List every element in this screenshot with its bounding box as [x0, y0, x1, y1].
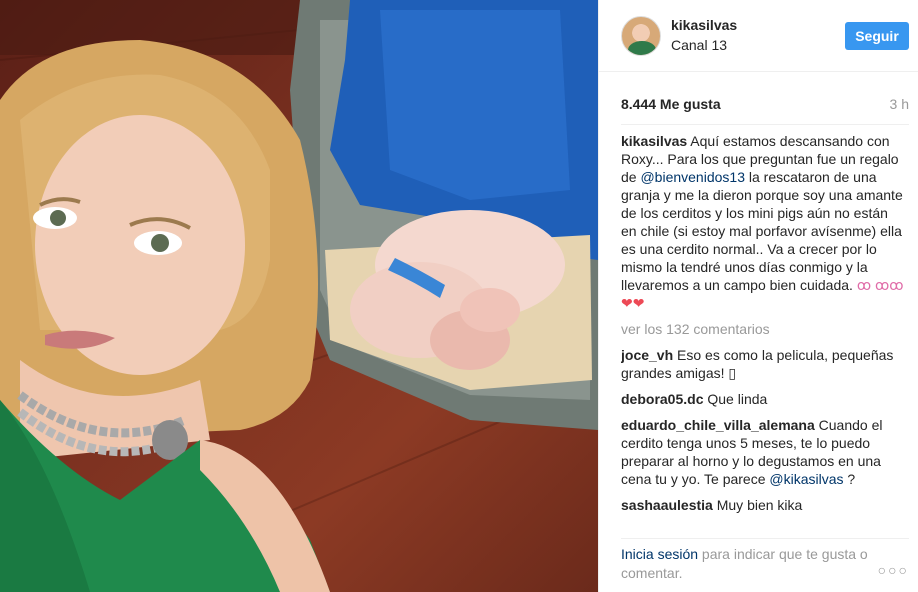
pig-emoji: ꝏ ꝏꝏ	[856, 277, 904, 293]
caption-mention[interactable]: @bienvenidos13	[640, 169, 745, 185]
caption-text-continued: la rescataron de una granja y me la dier…	[621, 169, 903, 293]
post-footer: Inicia sesión para indicar que te gusta …	[621, 538, 909, 586]
comment: sashaaulestia Muy bien kika	[621, 496, 905, 514]
comments-section: kikasilvas Aquí estamos descansando con …	[621, 132, 905, 532]
comment-username[interactable]: joce_vh	[621, 347, 673, 363]
likes-row: 8.444 Me gusta 3 h	[621, 96, 909, 116]
view-more-comments-link[interactable]: ver los 132 comentarios	[621, 320, 905, 338]
caption: kikasilvas Aquí estamos descansando con …	[621, 132, 905, 312]
avatar[interactable]	[621, 16, 661, 56]
author-username[interactable]: kikasilvas	[671, 17, 737, 33]
post-timestamp[interactable]: 3 h	[890, 96, 909, 112]
follow-button[interactable]: Seguir	[845, 22, 909, 50]
post-details-panel: kikasilvas Canal 13 Seguir 8.444 Me gust…	[598, 0, 918, 592]
heart-emoji: ❤❤	[621, 295, 645, 311]
comment-username[interactable]: eduardo_chile_villa_alemana	[621, 417, 815, 433]
comment-mention[interactable]: @kikasilvas	[769, 471, 843, 487]
comment: eduardo_chile_villa_alemana Cuando el ce…	[621, 416, 905, 488]
comment: debora05.dc Que linda	[621, 390, 905, 408]
comment-text: Que linda	[703, 391, 768, 407]
caption-username[interactable]: kikasilvas	[621, 133, 687, 149]
login-link[interactable]: Inicia sesión	[621, 546, 698, 562]
instagram-post: kikasilvas Canal 13 Seguir 8.444 Me gust…	[0, 0, 918, 592]
comment-text-tail: ?	[843, 471, 856, 487]
comment-username[interactable]: debora05.dc	[621, 391, 703, 407]
likes-count[interactable]: 8.444 Me gusta	[621, 96, 721, 112]
post-photo[interactable]	[0, 0, 598, 592]
comment-username[interactable]: sashaaulestia	[621, 497, 713, 513]
comment: joce_vh Eso es como la pelicula, pequeña…	[621, 346, 905, 382]
selfie-with-piglet-illustration	[0, 0, 598, 592]
comment-text: Muy bien kika	[712, 497, 803, 513]
post-location[interactable]: Canal 13	[671, 37, 727, 53]
divider	[621, 124, 909, 125]
post-header: kikasilvas Canal 13 Seguir	[599, 0, 918, 72]
more-options-icon[interactable]: ○○○	[878, 561, 909, 580]
